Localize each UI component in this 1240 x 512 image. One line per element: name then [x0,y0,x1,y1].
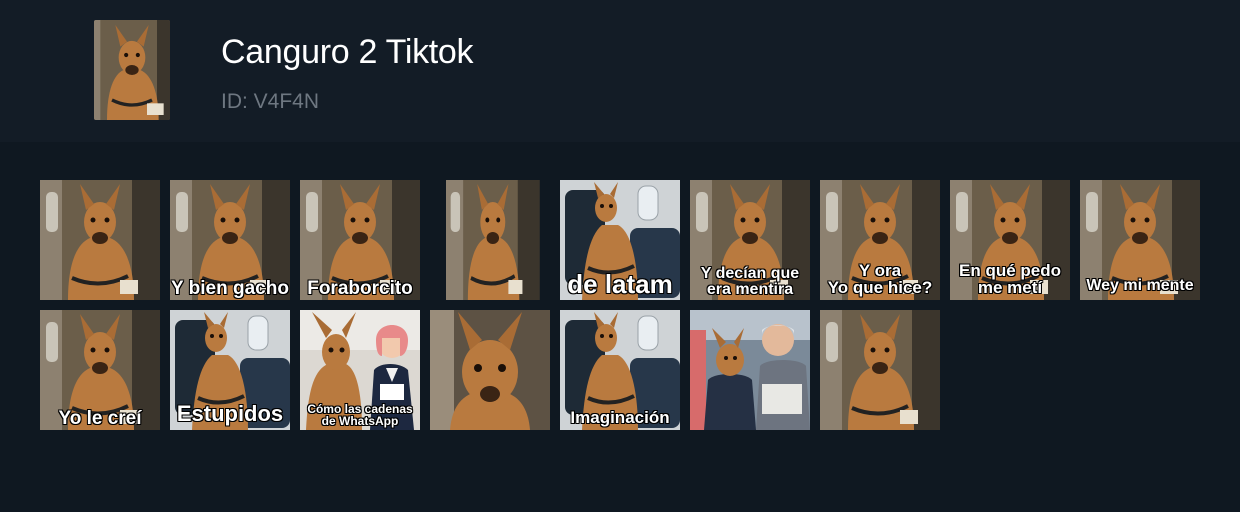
kangaroo-sticker-image [430,310,550,430]
sticker-item[interactable] [430,180,550,300]
sticker-item[interactable]: Y ora Yo que hice? [820,180,940,300]
kangaroo-sticker-image [430,180,550,300]
sticker-caption: Y decían que era mentira [700,265,800,298]
sticker-caption: Estupidos [176,401,284,426]
kangaroo-sticker-image [690,310,810,430]
sticker-item[interactable]: Yo le creí [40,310,160,430]
sticker-item[interactable] [430,310,550,430]
sticker-caption: Foraborcito [307,278,413,299]
sticker-caption: Cómo las cadenas de WhatsApp [307,402,413,428]
sticker-item[interactable]: Foraborcito [300,180,420,300]
sticker-item[interactable]: Imaginación [560,310,680,430]
sticker-caption: Y bien gacho [171,278,289,299]
sticker-item[interactable] [820,310,940,430]
sticker-caption: Wey mi mente [1086,277,1194,294]
sticker-item[interactable]: Estupidos [170,310,290,430]
sticker-item[interactable]: Y decían que era mentira [690,180,810,300]
sticker-caption: Yo le creí [58,408,142,429]
sticker-item[interactable]: de latam [560,180,680,300]
sticker-item[interactable]: Wey mi mente [1080,180,1200,300]
sticker-item[interactable]: Cómo las cadenas de WhatsApp [300,310,420,430]
sticker-caption: Imaginación [570,408,670,427]
sticker-item[interactable]: Y bien gacho [170,180,290,300]
sticker-caption: Y ora Yo que hice? [827,261,933,297]
sticker-item[interactable] [40,180,160,300]
sticker-caption: En qué pedo me metí [959,261,1061,297]
sticker-item[interactable]: En qué pedo me metí [950,180,1070,300]
kangaroo-sticker-image [40,180,160,300]
kangaroo-sticker-image [820,310,940,430]
sticker-grid: Y bien gacho Foraborcito de latam Y decí… [0,0,1240,512]
sticker-item[interactable] [690,310,810,430]
sticker-caption: de latam [567,269,673,299]
